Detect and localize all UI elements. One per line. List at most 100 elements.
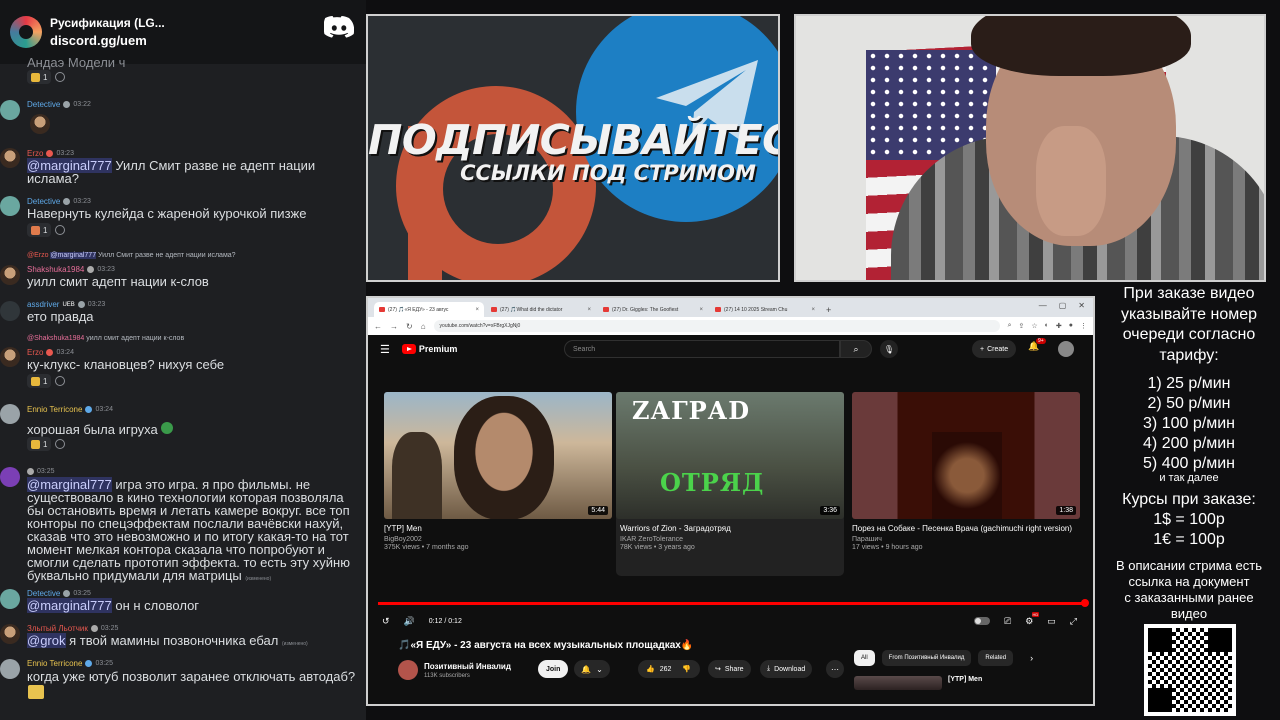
browser-tab[interactable]: (27) 🎵«Я ЕДУ» - 23 авгус × — [374, 302, 484, 317]
progress-bar[interactable] — [378, 602, 1086, 605]
url-field[interactable]: youtube.com/watch?v=xFBrgXJgNj0 — [433, 320, 1000, 332]
chip-related[interactable]: Related — [978, 650, 1014, 666]
endcard-video[interactable]: 1:38 Порез на Собаке - Песенка Врача (ga… — [852, 392, 1080, 551]
reaction[interactable]: 1 — [27, 437, 52, 451]
channel-name[interactable]: BigBoy2002 — [384, 536, 612, 543]
extensions-puzzle-icon[interactable]: ✚ — [1056, 322, 1062, 330]
username[interactable]: assdriver — [27, 300, 59, 309]
zoom-icon[interactable]: ⌕ — [1008, 322, 1012, 330]
menu-dots-icon[interactable]: ⋮ — [1080, 322, 1087, 330]
more-actions-icon[interactable]: ⋯ — [826, 660, 844, 678]
close-window-icon[interactable]: ✕ — [1078, 301, 1085, 310]
replay-icon[interactable]: ↺ — [382, 616, 390, 627]
progress-scrubber[interactable] — [1081, 599, 1089, 607]
endcard-video[interactable]: 5:44 [YTP] Men BigBoy2002 375K views • 7… — [384, 392, 612, 551]
username[interactable]: Detective — [27, 197, 60, 206]
browser-tab[interactable]: (27) Dr. Giggles: The Goofiest × — [598, 302, 708, 317]
user-avatar[interactable] — [0, 467, 20, 487]
user-avatar[interactable] — [0, 404, 20, 424]
add-reaction-icon[interactable] — [55, 225, 66, 235]
reply-preview[interactable]: @Erzo @marginal777 Уилл Смит разве не ад… — [27, 252, 236, 259]
user-avatar[interactable] — [0, 347, 20, 367]
account-avatar[interactable] — [1058, 341, 1074, 357]
extension-icon[interactable]: ◐ — [1045, 322, 1049, 330]
create-button[interactable]: + Create — [972, 340, 1017, 358]
user-avatar[interactable] — [0, 659, 20, 679]
channel-avatar[interactable] — [398, 660, 418, 680]
video-thumbnail[interactable]: ZАГРАD ОТРЯД 3:36 — [616, 392, 844, 519]
username[interactable]: Erzo — [27, 348, 43, 357]
close-tab-icon[interactable]: × — [699, 307, 703, 313]
username[interactable]: Detective — [27, 100, 60, 109]
username[interactable]: Ennio Terricone — [27, 659, 82, 668]
video-title[interactable]: [YTP] Men — [948, 676, 982, 690]
join-button[interactable]: Join — [538, 660, 569, 678]
add-reaction-icon[interactable] — [55, 439, 66, 449]
subscribed-bell-button[interactable]: 🔔 ⌄ — [574, 660, 610, 678]
share-page-icon[interactable]: ⇪ — [1019, 322, 1025, 330]
chip-all[interactable]: All — [854, 650, 875, 666]
username[interactable]: Detective — [27, 589, 60, 598]
chevron-right-icon[interactable]: › — [1030, 653, 1033, 663]
server-invite-link[interactable]: discord.gg/uem — [50, 33, 165, 48]
subtitles-icon[interactable]: ⎚ — [1004, 616, 1011, 627]
profile-icon[interactable]: ● — [1069, 322, 1073, 330]
settings-gear-icon[interactable]: ⚙ — [1025, 611, 1040, 627]
search-icon[interactable]: ⌕ — [840, 340, 872, 358]
channel-name[interactable]: Парашич — [852, 536, 1080, 543]
add-reaction-icon[interactable] — [55, 72, 66, 82]
add-reaction-icon[interactable] — [55, 376, 66, 386]
microphone-icon[interactable]: 🎙 — [880, 340, 898, 358]
back-icon[interactable]: ← — [374, 322, 382, 331]
video-thumbnail[interactable]: 1:38 — [852, 392, 1080, 519]
video-thumbnail[interactable]: 5:44 — [384, 392, 612, 519]
user-avatar[interactable] — [0, 301, 20, 321]
new-tab-button[interactable]: + — [822, 305, 835, 317]
thumbs-up-icon[interactable]: 👍 — [646, 665, 655, 673]
hamburger-menu-icon[interactable]: ☰ — [380, 343, 390, 356]
video-title[interactable]: [YTP] Men — [384, 524, 612, 534]
user-avatar[interactable] — [0, 589, 20, 609]
video-title[interactable]: Порез на Собаке - Песенка Врача (gachimu… — [852, 524, 1080, 534]
user-avatar[interactable] — [0, 265, 20, 285]
maximize-icon[interactable]: ▢ — [1059, 301, 1067, 310]
chip-from-channel[interactable]: From Позитивный Инвалид — [881, 650, 972, 666]
like-dislike-button[interactable]: 👍 262 👎 — [638, 660, 700, 678]
username[interactable]: Shakshuka1984 — [27, 265, 84, 274]
autoplay-toggle[interactable] — [974, 617, 990, 625]
minimize-icon[interactable]: — — [1039, 301, 1047, 310]
video-thumbnail[interactable] — [854, 676, 942, 690]
reaction[interactable]: 1 — [27, 70, 52, 84]
recommended-video[interactable]: [YTP] Men — [854, 676, 982, 690]
youtube-logo[interactable]: Premium — [401, 344, 457, 354]
user-mention[interactable]: @grok — [27, 633, 66, 648]
close-tab-icon[interactable]: × — [475, 307, 479, 313]
share-button[interactable]: ↪ Share — [708, 660, 751, 678]
endcard-video[interactable]: ZАГРАD ОТРЯД 3:36 Warriors of Zion - Заг… — [616, 392, 844, 576]
browser-tab[interactable]: (27) 14 10 2025 Stream Chu × — [710, 302, 820, 317]
user-avatar[interactable] — [0, 148, 20, 168]
volume-icon[interactable]: 🔊 — [404, 616, 415, 627]
miniplayer-icon[interactable]: ▭ — [1047, 616, 1056, 627]
username[interactable]: Ennio Terricone — [27, 405, 82, 414]
close-tab-icon[interactable]: × — [587, 307, 591, 313]
download-button[interactable]: ⤓ Download — [760, 660, 813, 678]
home-icon[interactable]: ⌂ — [421, 322, 426, 331]
close-tab-icon[interactable]: × — [811, 307, 815, 313]
thumbs-down-icon[interactable]: 👎 — [682, 665, 691, 673]
reload-icon[interactable]: ↻ — [406, 322, 413, 331]
user-mention[interactable]: @marginal777 — [27, 598, 112, 613]
user-avatar[interactable] — [0, 196, 20, 216]
browser-tab[interactable]: (27) 🎵What did the dictator × — [486, 302, 596, 317]
channel-name[interactable]: IKAR ZeroTolerance — [616, 536, 844, 543]
reaction[interactable]: 1 — [27, 223, 52, 237]
video-title[interactable]: Warriors of Zion - Заградотряд — [616, 524, 844, 534]
username[interactable]: Злытый Льотчик — [27, 624, 88, 633]
search-input[interactable]: Search — [564, 340, 840, 358]
fullscreen-icon[interactable]: ⤢ — [1070, 616, 1077, 627]
forward-icon[interactable]: → — [390, 322, 398, 331]
username[interactable]: Erzo — [27, 149, 43, 158]
reaction[interactable]: 1 — [27, 374, 52, 388]
channel-name-main[interactable]: Позитивный Инвалид — [424, 662, 511, 671]
bookmark-star-icon[interactable]: ☆ — [1031, 322, 1037, 330]
